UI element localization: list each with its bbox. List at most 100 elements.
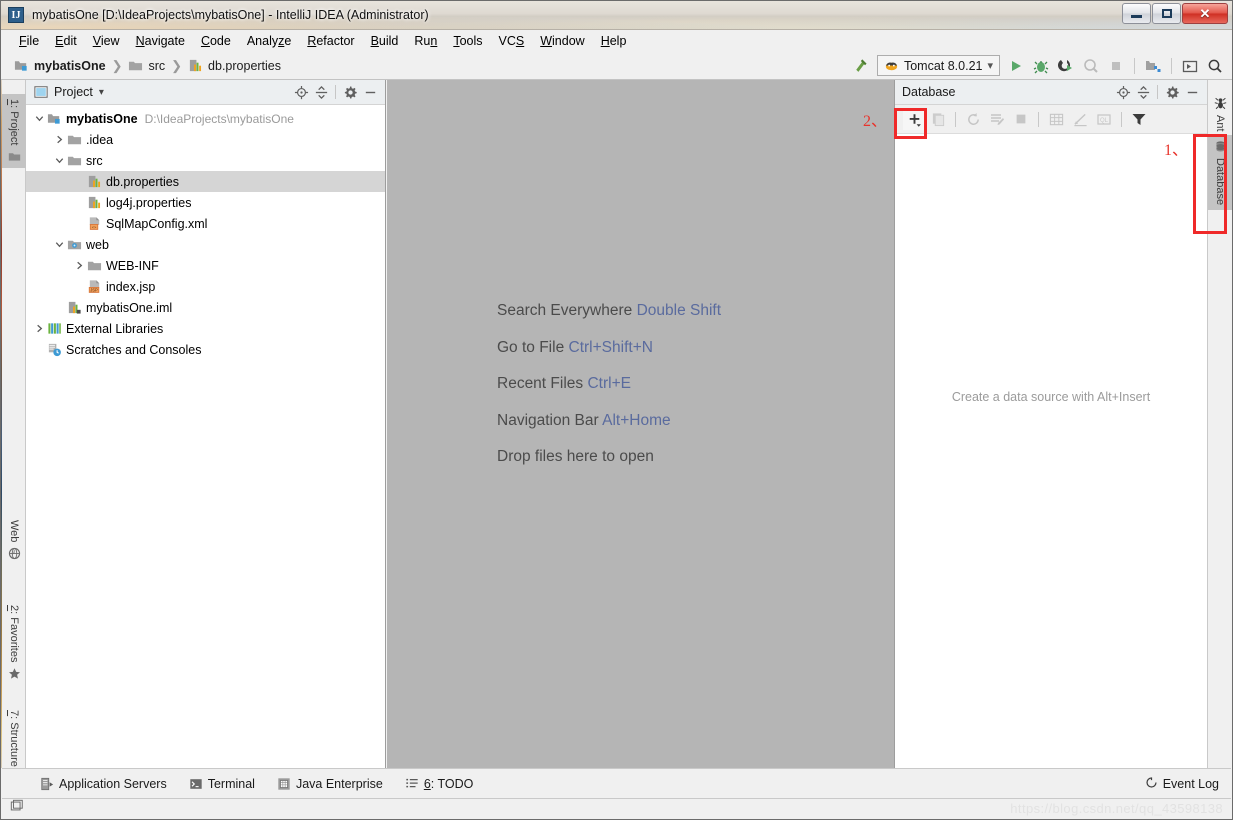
tree-node-external-libraries[interactable]: External Libraries	[26, 318, 385, 339]
left-tool-tab-label: Web	[8, 520, 20, 543]
tree-node-label: index.jsp	[106, 279, 156, 294]
run-icon[interactable]	[1007, 57, 1025, 75]
menu-item-tools[interactable]: Tools	[445, 32, 490, 50]
tree-node-src[interactable]: src	[26, 150, 385, 171]
menu-item-refactor[interactable]: Refactor	[299, 32, 362, 50]
tree-node-label: WEB-INF	[106, 258, 159, 273]
tree-node-label: External Libraries	[66, 321, 164, 336]
settings-gear-icon[interactable]	[1162, 82, 1182, 102]
jsp-file-icon: JSP	[86, 279, 103, 295]
breadcrumb-item-db-properties[interactable]: db.properties	[185, 58, 284, 73]
tree-node-db-properties[interactable]: db.properties	[26, 171, 385, 192]
tree-node-index-jsp[interactable]: JSP index.jsp	[26, 276, 385, 297]
menu-item-edit[interactable]: Edit	[47, 32, 85, 50]
layout-icon[interactable]	[10, 799, 24, 818]
breadcrumb-item-src[interactable]: src	[125, 58, 168, 73]
database-empty-body[interactable]: Create a data source with Alt+Insert	[895, 134, 1207, 768]
bottom-tool-tab-terminal[interactable]: Terminal	[189, 777, 255, 791]
project-panel-title: Project	[54, 85, 93, 99]
collapse-all-icon[interactable]	[311, 82, 331, 102]
hide-icon[interactable]	[1182, 82, 1202, 102]
menu-item-code[interactable]: Code	[193, 32, 239, 50]
svg-text:JSP: JSP	[90, 287, 98, 292]
project-view-dropdown-icon[interactable]: ▾	[99, 87, 104, 98]
hide-icon[interactable]	[360, 82, 380, 102]
editor-hint-3: Navigation Bar Alt+Home	[497, 412, 721, 430]
toolbar-divider	[955, 111, 956, 127]
debug-icon[interactable]	[1032, 57, 1050, 75]
editor-hint-1: Go to File Ctrl+Shift+N	[497, 339, 721, 357]
menu-item-analyze[interactable]: Analyze	[239, 32, 299, 50]
run-configuration-label: Tomcat 8.0.21	[903, 58, 983, 73]
left-tool-tab-web[interactable]: Web	[2, 515, 26, 565]
event-log-button[interactable]: Event Log	[1145, 776, 1231, 792]
tree-node--idea[interactable]: .idea	[26, 129, 385, 150]
locate-icon[interactable]	[1113, 82, 1133, 102]
project-panel-header: Project ▾	[26, 80, 385, 105]
chevron-down-icon[interactable]	[52, 234, 66, 255]
left-tool-tab-2--favorites[interactable]: 2: Favorites	[2, 600, 26, 685]
tree-node-web[interactable]: web	[26, 234, 385, 255]
right-tool-tab-ant[interactable]: Ant	[1208, 92, 1232, 137]
menu-item-build[interactable]: Build	[363, 32, 407, 50]
maximize-icon	[1161, 9, 1172, 18]
tree-node-mybatisone-iml[interactable]: mybatisOne.iml	[26, 297, 385, 318]
left-tool-tab-1--project[interactable]: 1: Project	[2, 94, 26, 169]
chevron-right-icon[interactable]	[72, 255, 86, 276]
menu-item-run[interactable]: Run	[406, 32, 445, 50]
run-with-coverage-icon[interactable]	[1057, 57, 1075, 75]
tree-node-web-inf[interactable]: WEB-INF	[26, 255, 385, 276]
breadcrumb-item-mybatisone[interactable]: mybatisOne	[11, 58, 109, 73]
chevron-down-icon[interactable]	[32, 108, 46, 129]
tree-node-scratches-and-consoles[interactable]: Scratches and Consoles	[26, 339, 385, 360]
menu-item-window[interactable]: Window	[532, 32, 592, 50]
web-icon	[8, 547, 21, 560]
locate-icon[interactable]	[291, 82, 311, 102]
app-servers-icon	[40, 777, 54, 791]
tree-node-log4j-properties[interactable]: log4j.properties	[26, 192, 385, 213]
chevron-right-icon[interactable]	[52, 129, 66, 150]
right-tool-window-strip: Ant Database	[1207, 80, 1232, 768]
tree-node-sqlmapconfig-xml[interactable]: <> SqlMapConfig.xml	[26, 213, 385, 234]
breadcrumb-label: db.properties	[208, 58, 282, 73]
breadcrumb-label: src	[148, 58, 166, 73]
close-button[interactable]: ✕	[1182, 3, 1228, 24]
toolbar-divider-2	[1038, 111, 1039, 127]
bottom-tool-tab-6--todo[interactable]: 6: TODO	[405, 777, 473, 791]
search-icon[interactable]	[1206, 57, 1224, 75]
tree-node-mybatisone[interactable]: mybatisOne D:\IdeaProjects\mybatisOne	[26, 108, 385, 129]
menu-item-navigate[interactable]: Navigate	[128, 32, 193, 50]
chevron-right-icon[interactable]	[32, 318, 46, 339]
menu-item-help[interactable]: Help	[593, 32, 635, 50]
settings-gear-icon[interactable]	[340, 82, 360, 102]
project-structure-icon[interactable]	[1144, 57, 1162, 75]
folder-icon	[128, 58, 143, 73]
minimize-button[interactable]	[1122, 3, 1151, 24]
event-log-label: Event Log	[1162, 776, 1219, 791]
menu-item-file[interactable]: File	[11, 32, 47, 50]
project-tree[interactable]: mybatisOne D:\IdeaProjects\mybatisOne .ide…	[26, 105, 385, 768]
collapse-all-icon[interactable]	[1133, 82, 1153, 102]
menu-item-view[interactable]: View	[85, 32, 128, 50]
profile-icon	[1082, 57, 1100, 75]
synchronize-button	[986, 108, 1008, 130]
editor-hints: Search Everywhere Double Shift Go to File…	[497, 302, 721, 466]
editor-empty-area[interactable]: Search Everywhere Double Shift Go to File…	[387, 80, 894, 768]
database-toolbar: QL	[895, 105, 1207, 134]
right-tool-tab-database[interactable]: Database	[1208, 135, 1232, 211]
bottom-tool-tab-application-servers[interactable]: Application Servers	[40, 777, 167, 791]
chevron-down-icon[interactable]	[52, 150, 66, 171]
run-configuration-selector[interactable]: Tomcat 8.0.21 ▾	[876, 55, 1000, 76]
add-data-source-button[interactable]	[903, 108, 925, 130]
filter-button[interactable]	[1128, 108, 1150, 130]
left-tool-tab-label: 2: Favorites	[8, 605, 20, 663]
update-app-icon[interactable]	[1181, 57, 1199, 75]
build-hammer-icon[interactable]	[852, 57, 870, 75]
title-bar: IJ mybatisOne [D:\IdeaProjects\mybatisOn…	[1, 1, 1232, 30]
maximize-button[interactable]	[1152, 3, 1181, 24]
star-icon	[8, 667, 21, 680]
menu-item-vcs[interactable]: VCS	[491, 32, 533, 50]
libraries-icon	[46, 321, 63, 337]
bottom-tool-tab-java-enterprise[interactable]: Java Enterprise	[277, 777, 383, 791]
svg-text:<>: <>	[92, 224, 97, 229]
